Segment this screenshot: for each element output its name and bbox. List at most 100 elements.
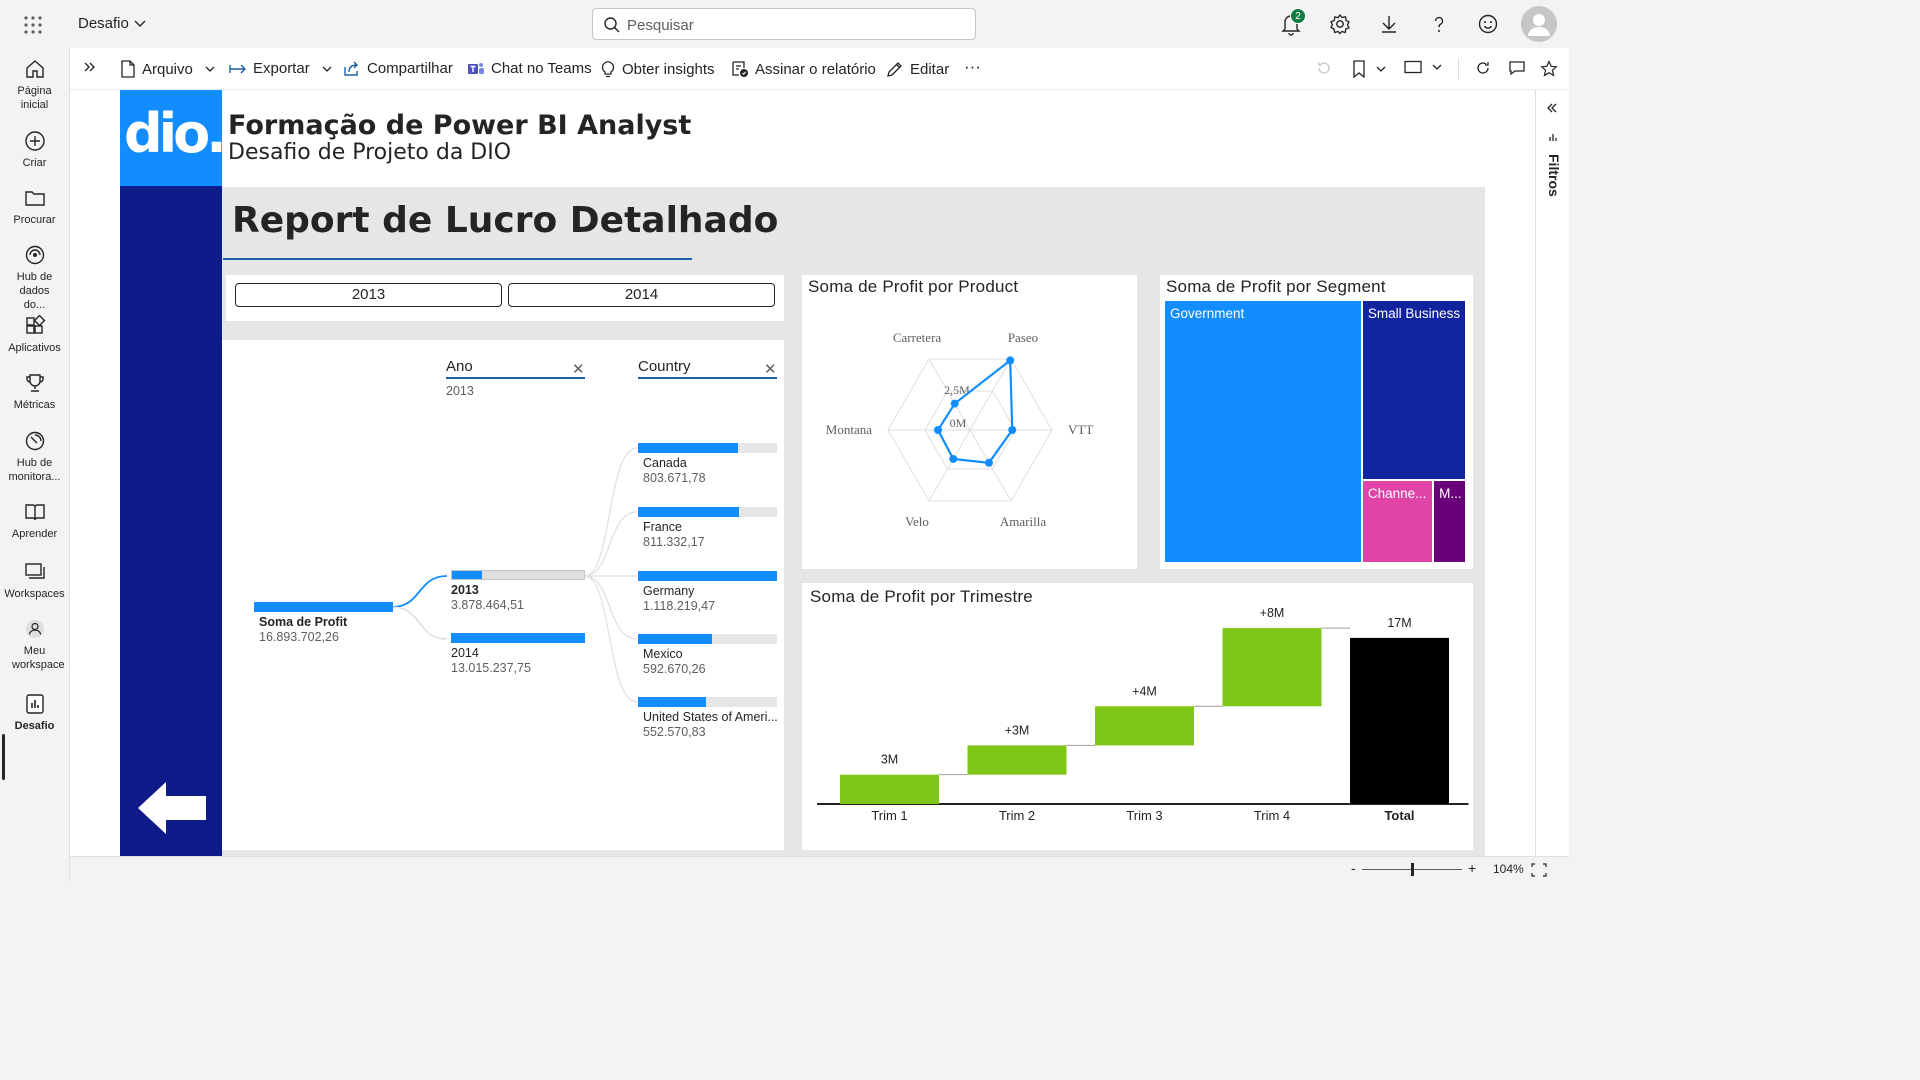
zoom-level: 104% [1493,862,1524,876]
treemap-tile[interactable]: Small Business [1362,301,1465,479]
nav-item-my-workspace[interactable]: Meu workspace [0,618,69,672]
decomp-bar-track [638,697,777,707]
waterfall-bar [1095,706,1194,746]
treemap-title: Soma de Profit por Segment [1166,277,1386,296]
decomp-col1-header: Ano [446,358,473,375]
nav-item-learn[interactable]: Aprender [0,501,69,541]
app-launcher-icon[interactable] [22,14,44,36]
dio-logo-box: dio. [120,90,227,186]
view-button[interactable] [1404,60,1442,74]
fit-to-page-icon[interactable] [1531,863,1547,877]
radar-chart[interactable]: 2,5M0MPaseoVTTAmarillaVeloMontanaCarrete… [802,305,1137,569]
slicer-button-2014[interactable]: 2014 [508,283,775,307]
edit-button[interactable]: Editar [886,60,949,78]
export-label: Exportar [253,60,310,77]
radar-category-label: Velo [905,514,929,529]
decomp-node-2014[interactable]: 2014 13.015.237,75 [451,633,585,675]
back-arrow-button[interactable] [136,780,208,836]
subscribe-icon [731,60,749,78]
decomp-node-canada[interactable]: Canada 803.671,78 [638,443,777,485]
nav-item-monitoring-hub[interactable]: Hub de monitora... [0,430,69,484]
waterfall-category-label: Trim 3 [1126,808,1162,823]
workspace-name[interactable]: Desafio [78,15,129,32]
radar-category-label: Montana [826,422,872,437]
insights-button[interactable]: Obter insights [600,60,715,78]
slicer-button-2013[interactable]: 2013 [235,283,502,307]
home-icon [0,58,69,80]
decomp-node-label: United States of Ameri... [643,710,778,724]
refresh-icon[interactable] [1475,60,1491,76]
decomp-node-label: 2014 [451,646,479,660]
nav-item-browse[interactable]: Procurar [0,187,69,227]
main-area: Arquivo Exportar Compartilhar Chat no Te… [69,48,1569,882]
chevron-down-icon [1432,63,1442,71]
chevron-down-icon[interactable] [134,18,146,28]
treemap-tile[interactable]: Channe... [1362,480,1433,562]
help-icon[interactable] [1427,12,1451,36]
zoom-in-button[interactable]: + [1468,860,1476,876]
download-icon[interactable] [1377,12,1401,36]
decomp-node-label: Canada [643,456,687,470]
filters-pane[interactable]: Filtros [1535,90,1569,856]
trophy-icon [0,372,69,394]
radar-title: Soma de Profit por Product [808,277,1019,296]
decomp-node-2013[interactable]: 2013 3.878.464,51 [451,570,585,612]
nav-item-workspaces[interactable]: Workspaces [0,561,69,601]
decomp-node-label: Mexico [643,647,683,661]
treemap-chart[interactable]: Government Small Business Channe... M... [1165,301,1467,564]
decomp-node-usa[interactable]: United States of Ameri... 552.570,83 [638,697,778,739]
more-options-button[interactable]: ··· [964,57,981,77]
favorite-star-icon[interactable] [1540,60,1558,78]
treemap-tile[interactable]: Government [1165,301,1361,562]
decomp-col1-filter: 2013 [446,384,474,398]
decomp-bar-track [451,570,585,580]
decomp-node-mexico[interactable]: Mexico 592.670,26 [638,634,777,676]
decomp-bar-track [638,634,777,644]
comment-icon[interactable] [1508,60,1526,76]
decomp-node-france[interactable]: France 811.332,17 [638,507,777,549]
waterfall-chart[interactable]: 3M Trim 1 +3M Trim 2 +4M Trim 3 +8M Trim 4 17M To… [802,583,1473,850]
radar-point [984,458,993,467]
expand-nav-button[interactable] [82,60,96,74]
workspaces-icon [0,561,69,583]
nav-item-create[interactable]: Criar [0,130,69,170]
teams-chat-button[interactable]: Chat no Teams [467,60,592,77]
nav-item-desafio[interactable]: Desafio [0,693,69,733]
zoom-out-button[interactable]: - [1351,860,1356,876]
feedback-smiley-icon[interactable] [1476,12,1500,36]
close-icon[interactable]: ✕ [764,360,777,378]
decomp-node-value: 592.670,26 [643,662,706,676]
avatar[interactable] [1521,6,1557,42]
report-icon [0,693,69,715]
search-input[interactable]: Pesquisar [592,8,976,40]
nav-item-data-hub[interactable]: Hub de dados do... [0,244,69,312]
treemap-tile[interactable]: M... [1434,480,1465,562]
close-icon[interactable]: ✕ [572,360,585,378]
subscribe-button[interactable]: Assinar o relatório [731,60,876,78]
file-label: Arquivo [142,60,193,78]
double-chevron-left-icon[interactable] [1546,102,1558,114]
waterfall-bar [1222,628,1322,707]
nav-item-apps[interactable]: Aplicativos [0,315,69,355]
bookmark-button[interactable] [1352,60,1386,78]
file-menu-button[interactable]: Arquivo [120,60,215,78]
chevron-down-icon [1376,65,1386,73]
treemap-tile-label: Channe... [1367,485,1427,501]
plus-circle-icon [0,130,69,152]
share-button[interactable]: Compartilhar [343,60,453,77]
zoom-slider-thumb[interactable] [1411,863,1414,876]
nav-item-home[interactable]: Página inicial [0,58,69,112]
insights-label: Obter insights [622,60,715,78]
gear-icon[interactable] [1328,12,1352,36]
arrow-left-icon [136,780,208,836]
nav-label: Aprender [11,528,58,540]
reset-icon[interactable] [1316,60,1332,76]
decomp-node-value: 3.878.464,51 [451,598,524,612]
top-bar: Desafio Pesquisar 2 [0,0,1568,48]
radar-point [950,399,959,408]
export-menu-button[interactable]: Exportar [229,60,332,77]
decomp-root-bar[interactable] [254,602,393,612]
nav-item-metrics[interactable]: Métricas [0,372,69,412]
notification-badge: 2 [1290,8,1306,24]
decomp-node-germany[interactable]: Germany 1.118.219,47 [638,571,777,613]
